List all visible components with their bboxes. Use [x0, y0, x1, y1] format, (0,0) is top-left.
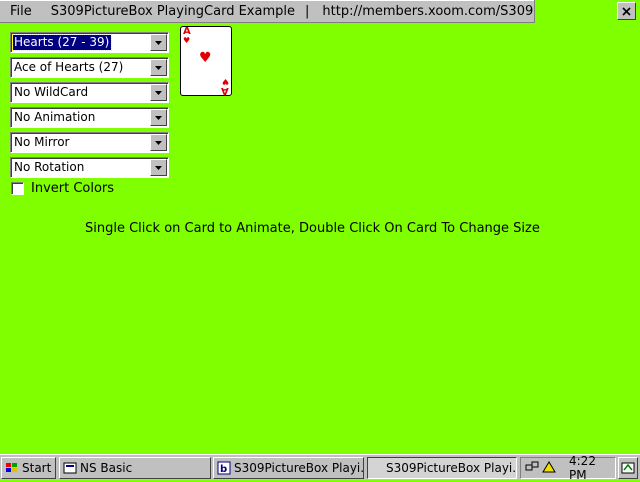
close-button[interactable]: [617, 2, 636, 20]
dropdown-button[interactable]: [150, 109, 167, 126]
title-url: http://members.xoom.com/S309: [322, 4, 534, 19]
wildcard-value: No WildCard: [14, 85, 89, 99]
chevron-down-icon: [155, 40, 162, 45]
system-tray: 4:22 PM: [520, 454, 616, 482]
suit-range-combo[interactable]: Hearts (27 - 39): [10, 32, 169, 53]
taskbar-item-label: S309PictureBox Playi...: [386, 461, 517, 475]
rotation-combo[interactable]: No Rotation: [10, 157, 169, 178]
svg-text:b: b: [220, 464, 227, 475]
heart-icon: ♥: [199, 50, 212, 66]
taskbar-item-ns-basic[interactable]: NS Basic: [59, 457, 211, 479]
dropdown-button[interactable]: [150, 159, 167, 176]
taskbar-item-picturebox-2[interactable]: S309PictureBox Playi...: [367, 457, 517, 479]
taskbar-item-label: S309PictureBox Playi...: [234, 461, 364, 475]
mirror-combo[interactable]: No Mirror: [10, 132, 169, 153]
app-title: S309PictureBox PlayingCard Example: [50, 4, 295, 19]
dropdown-button[interactable]: [150, 59, 167, 76]
clock[interactable]: 4:22 PM: [569, 454, 615, 482]
mirror-value: No Mirror: [14, 135, 70, 149]
chevron-down-icon: [155, 140, 162, 145]
playing-card[interactable]: A ♥ ♥ ♥ A: [180, 26, 232, 96]
invert-colors-label[interactable]: Invert Colors: [31, 181, 114, 196]
invert-colors-checkbox[interactable]: [11, 182, 24, 195]
chevron-down-icon: [155, 65, 162, 70]
instructions-text: Single Click on Card to Animate, Double …: [85, 221, 540, 236]
chevron-down-icon: [155, 165, 162, 170]
card-rank-bottom: A: [221, 85, 229, 96]
vb-app-icon: b: [216, 460, 232, 476]
ns-basic-icon: [62, 460, 78, 476]
menu-bar: File S309PictureBox PlayingCard Example …: [0, 0, 535, 23]
start-button[interactable]: Start: [1, 457, 56, 479]
network-icon[interactable]: [525, 460, 539, 477]
heart-icon: ♥: [183, 36, 191, 45]
desktop-icon: [621, 462, 635, 474]
dropdown-button[interactable]: [150, 134, 167, 151]
heart-icon: ♥: [221, 77, 229, 86]
dropdown-button[interactable]: [150, 84, 167, 101]
power-icon[interactable]: [541, 460, 557, 477]
dropdown-button[interactable]: [150, 34, 167, 51]
animation-value: No Animation: [14, 110, 96, 124]
taskbar-item-picturebox-1[interactable]: b S309PictureBox Playi...: [213, 457, 364, 479]
close-icon: [622, 6, 631, 16]
windows-logo-icon: [4, 460, 20, 476]
menu-file[interactable]: File: [10, 4, 32, 19]
suit-range-value: Hearts (27 - 39): [11, 34, 113, 51]
chevron-down-icon: [155, 115, 162, 120]
card-value: Ace of Hearts (27): [14, 60, 124, 74]
chevron-down-icon: [155, 90, 162, 95]
taskbar: Start NS Basic b S309PictureBox Playi...…: [0, 454, 640, 482]
start-label: Start: [22, 461, 52, 475]
card-combo[interactable]: Ace of Hearts (27): [10, 57, 169, 78]
rotation-value: No Rotation: [14, 160, 85, 174]
title-separator: |: [305, 4, 310, 19]
animation-combo[interactable]: No Animation: [10, 107, 169, 128]
taskbar-item-label: NS Basic: [80, 461, 133, 475]
wildcard-combo[interactable]: No WildCard: [10, 82, 169, 103]
show-desktop-button[interactable]: [618, 457, 638, 479]
